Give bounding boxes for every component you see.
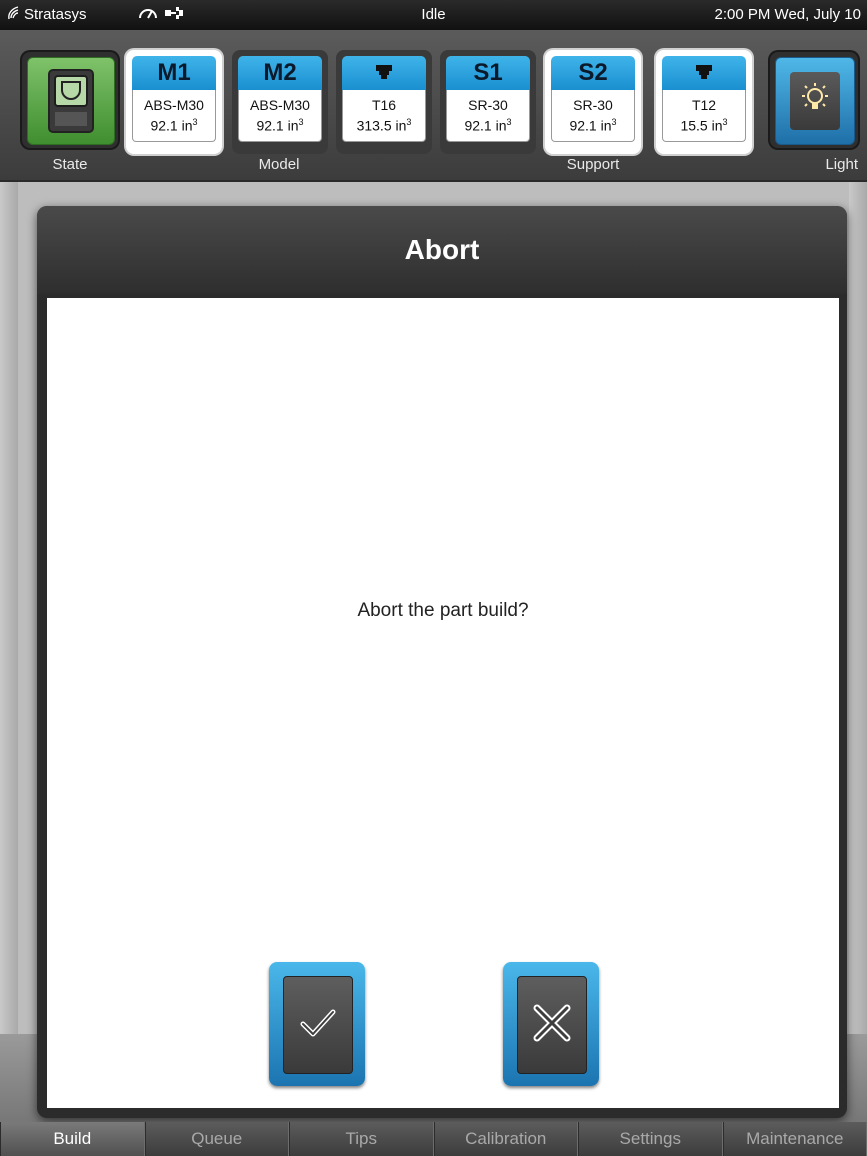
left-rail [0, 182, 18, 1108]
bay-volume: 92.1 in [150, 117, 193, 134]
bay-volume-exponent: 3 [722, 117, 728, 127]
bay-volume: 92.1 in [569, 117, 612, 134]
bay-info: ABS-M30 92.1 in3 [238, 90, 322, 142]
light-bulb-icon [797, 81, 833, 122]
bay-tab [662, 56, 746, 90]
bay-info: SR-30 92.1 in3 [446, 90, 530, 142]
bay-volume-exponent: 3 [506, 117, 512, 127]
bay-model-tip[interactable]: T16 313.5 in3 [336, 50, 432, 154]
bay-volume-exponent: 3 [192, 117, 198, 127]
bay-info: T16 313.5 in3 [342, 90, 426, 142]
bay-volume-line: 92.1 in3 [552, 114, 634, 135]
gauge-icon [138, 5, 158, 25]
bay-material: SR-30 [468, 97, 508, 113]
printer-icon [46, 68, 96, 139]
bay-m1[interactable]: M1 ABS-M30 92.1 in3 [126, 50, 222, 154]
bay-volume-line: 15.5 in3 [663, 114, 745, 135]
bay-info: T12 15.5 in3 [662, 90, 746, 142]
bay-tab: M1 [132, 56, 216, 90]
bottom-tabs: Build Queue Tips Calibration Settings Ma… [0, 1122, 867, 1156]
tab-tips[interactable]: Tips [289, 1122, 434, 1156]
dialog-content: Abort the part build? [47, 298, 839, 1108]
tab-queue[interactable]: Queue [144, 1122, 289, 1156]
tab-settings[interactable]: Settings [578, 1122, 723, 1156]
cancel-button[interactable] [503, 962, 599, 1086]
close-icon [533, 1004, 571, 1047]
bay-volume-line: 92.1 in3 [239, 114, 321, 135]
bay-volume: 92.1 in [256, 117, 299, 134]
dialog-title: Abort [37, 206, 847, 294]
bay-support-tip[interactable]: T12 15.5 in3 [656, 50, 752, 154]
abort-dialog: Abort Abort the part build? [37, 206, 847, 1118]
model-label: Model [258, 156, 300, 173]
tab-maintenance[interactable]: Maintenance [722, 1122, 867, 1156]
status-bar: Stratasys Idle 2:00 PM Wed, July 10 [0, 0, 867, 30]
bay-volume-exponent: 3 [298, 117, 304, 127]
bay-tab: S2 [551, 56, 635, 90]
bay-material: SR-30 [573, 97, 613, 113]
bay-s2[interactable]: S2 SR-30 92.1 in3 [545, 50, 641, 154]
tip-icon [693, 63, 715, 90]
checkmark-icon [300, 1008, 336, 1043]
light-button[interactable] [770, 52, 858, 148]
bay-volume-line: 313.5 in3 [343, 114, 425, 135]
state-label: State [52, 156, 88, 173]
clock: 2:00 PM Wed, July 10 [714, 6, 861, 23]
bay-s1[interactable]: S1 SR-30 92.1 in3 [440, 50, 536, 154]
brand: Stratasys [6, 6, 87, 23]
bay-material: ABS-M30 [250, 97, 310, 113]
tip-icon [373, 63, 395, 90]
bay-volume-exponent: 3 [611, 117, 617, 127]
confirm-button[interactable] [269, 962, 365, 1086]
bay-info: ABS-M30 92.1 in3 [132, 90, 216, 142]
bay-volume-line: 92.1 in3 [133, 114, 215, 135]
tab-calibration[interactable]: Calibration [433, 1122, 578, 1156]
right-rail [849, 182, 867, 1108]
light-label: Light [825, 156, 858, 173]
brand-label: Stratasys [24, 6, 87, 23]
stratasys-logo-icon [6, 6, 20, 23]
bay-m2[interactable]: M2 ABS-M30 92.1 in3 [232, 50, 328, 154]
bay-volume: 92.1 in [464, 117, 507, 134]
bay-tab: S1 [446, 56, 530, 90]
bay-volume-line: 92.1 in3 [447, 114, 529, 135]
bay-material: T16 [371, 97, 397, 113]
network-icon [164, 6, 184, 24]
bay-material: ABS-M30 [144, 97, 204, 113]
bay-volume: 15.5 in [680, 117, 723, 134]
tab-build[interactable]: Build [0, 1122, 145, 1156]
dialog-message: Abort the part build? [357, 600, 529, 621]
material-header: State M1 ABS-M30 92.1 in3 M2 ABS-M30 92.… [0, 30, 867, 182]
bay-info: SR-30 92.1 in3 [551, 90, 635, 142]
support-label: Support [566, 156, 620, 173]
bay-tab: M2 [238, 56, 322, 90]
bay-volume-exponent: 3 [406, 117, 412, 127]
bay-material: T12 [691, 97, 717, 113]
state-button[interactable] [22, 52, 118, 148]
bay-volume: 313.5 in [356, 117, 407, 134]
bay-tab [342, 56, 426, 90]
status-indicators [138, 5, 184, 25]
